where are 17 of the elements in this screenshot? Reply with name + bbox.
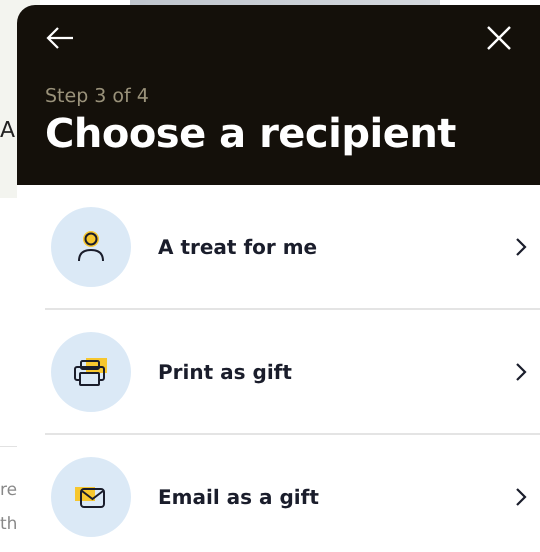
chevron-right-icon [515, 362, 527, 382]
background-text: A [0, 118, 16, 143]
close-icon [486, 25, 512, 51]
chevron-right-icon [515, 236, 527, 256]
recipient-option[interactable]: A treat for me [45, 185, 540, 308]
back-button[interactable] [45, 26, 75, 50]
background-text: th [0, 514, 18, 534]
chevron-right-icon [515, 486, 527, 506]
background-text: re [0, 480, 18, 500]
sheet-title: Choose a recipient [45, 111, 457, 157]
person-icon [76, 230, 106, 264]
close-button[interactable] [486, 25, 512, 51]
printer-icon [73, 356, 109, 388]
back-arrow-icon [45, 26, 75, 50]
step-indicator: Step 3 of 4 [45, 85, 150, 107]
recipient-option[interactable]: Email as a gift [45, 435, 540, 552]
recipient-option[interactable]: Print as gift [45, 310, 540, 433]
